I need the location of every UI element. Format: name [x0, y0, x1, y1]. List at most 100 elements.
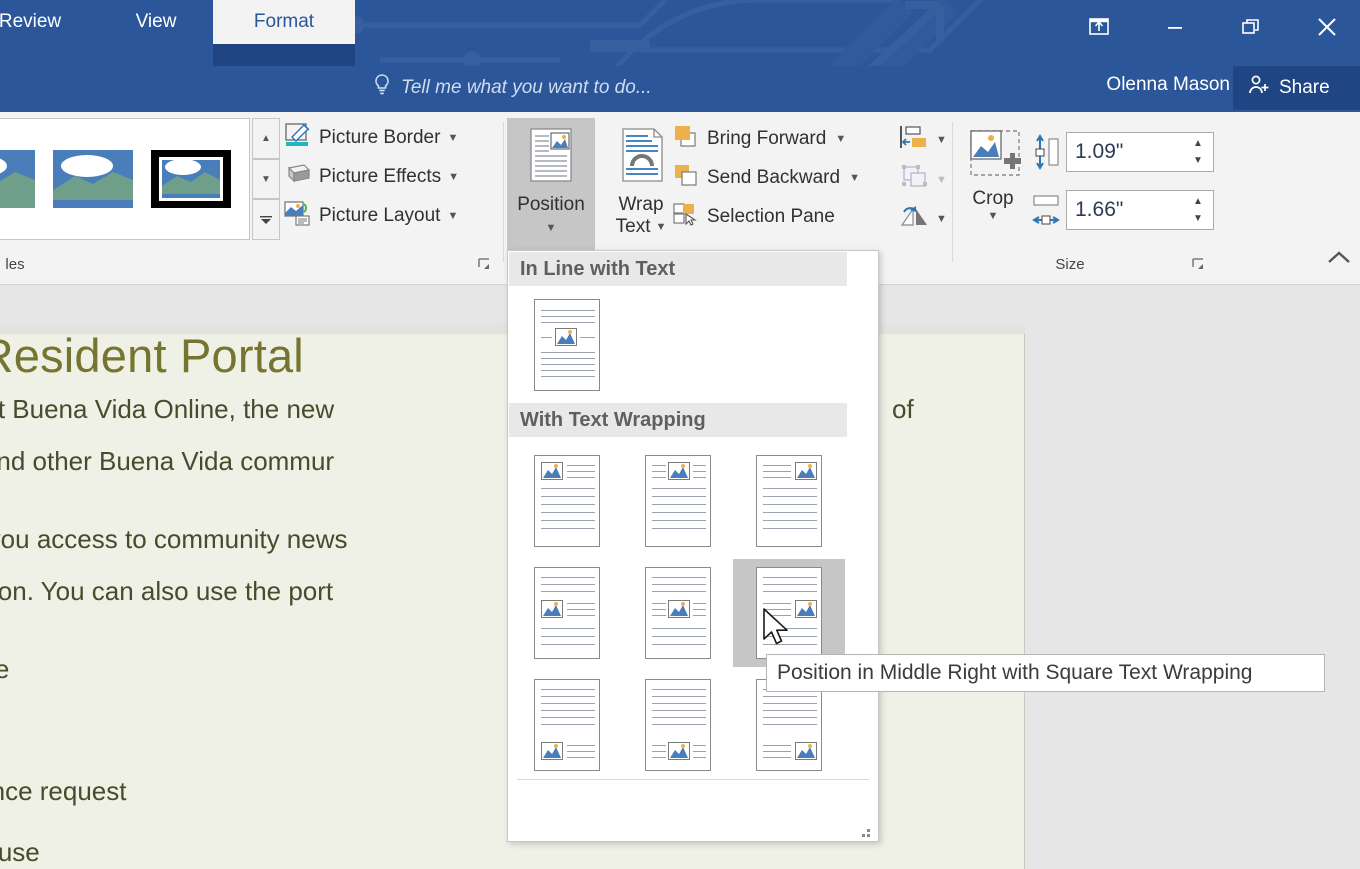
- chevron-down-icon[interactable]: ▼: [546, 222, 557, 234]
- gallery-scroll-down-button[interactable]: ▼: [252, 159, 280, 200]
- section-header-with-text-wrapping: With Text Wrapping: [509, 403, 847, 437]
- send-backward-icon: [672, 162, 698, 194]
- bring-forward-icon: [672, 123, 698, 155]
- wrap-text-label-line1: Wrap: [618, 194, 663, 216]
- group-objects-icon: [900, 164, 930, 195]
- shape-width-field[interactable]: 1.66" ▲ ▼: [1066, 190, 1214, 230]
- chevron-down-icon[interactable]: ▼: [447, 132, 458, 144]
- tooltip: Position in Middle Right with Square Tex…: [766, 654, 1325, 692]
- shape-height-spinner[interactable]: ▲ ▼: [1185, 135, 1211, 169]
- user-account-name[interactable]: Olenna Mason: [1106, 74, 1230, 96]
- chevron-down-icon[interactable]: ▼: [936, 213, 947, 225]
- ribbon-accent-rule: [0, 110, 1360, 112]
- crop-button[interactable]: Crop ▼: [958, 118, 1028, 248]
- position-dropdown-menu[interactable]: In Line with Text With Text Wrapping: [507, 250, 879, 842]
- picture-styles-dialog-launcher[interactable]: [478, 258, 492, 277]
- lightbulb-icon: [372, 73, 392, 103]
- chevron-down-icon[interactable]: ▼: [448, 171, 459, 183]
- document-paragraph: nts and other Buena Vida commur: [0, 446, 334, 477]
- chevron-down-icon[interactable]: ▼: [849, 172, 860, 184]
- spin-down-icon[interactable]: ▼: [1193, 155, 1203, 166]
- document-paragraph: ves you access to community news: [0, 524, 348, 555]
- shape-width-spinner[interactable]: ▲ ▼: [1185, 193, 1211, 227]
- tab-view-label: View: [136, 11, 177, 33]
- document-paragraph: about Buena Vida Online, the new: [0, 394, 334, 425]
- tab-format[interactable]: Format: [213, 0, 355, 44]
- collapse-ribbon-icon[interactable]: [1326, 250, 1352, 271]
- section-header-in-line-with-text: In Line with Text: [509, 252, 847, 286]
- picture-style-thumb[interactable]: [53, 150, 133, 208]
- spin-up-icon[interactable]: ▲: [1193, 138, 1203, 149]
- document-paragraph: rmation. You can also use the port: [0, 576, 333, 607]
- shape-height-field[interactable]: 1.09" ▲ ▼: [1066, 132, 1214, 172]
- top-center-square-wrap-option[interactable]: [622, 447, 734, 555]
- position-icon: [520, 126, 582, 194]
- middle-center-square-wrap-option[interactable]: [622, 559, 734, 667]
- picture-layout-button[interactable]: Picture Layout ▼: [284, 198, 458, 233]
- in-line-with-text-option[interactable]: [511, 291, 623, 399]
- shape-height-icon: [1034, 134, 1064, 177]
- tell-me-search[interactable]: Tell me what you want to do...: [372, 66, 652, 110]
- size-dialog-launcher[interactable]: [1192, 258, 1206, 277]
- chevron-down-icon[interactable]: ▼: [936, 134, 947, 146]
- picture-effects-label: Picture Effects: [319, 166, 441, 188]
- top-right-square-wrap-option[interactable]: [733, 447, 845, 555]
- picture-styles-group-label: les: [0, 256, 70, 273]
- rotate-objects-button[interactable]: ▼: [900, 203, 947, 234]
- chevron-down-icon: ▼: [936, 174, 947, 186]
- tab-view[interactable]: View: [105, 0, 207, 44]
- selection-pane-icon: [672, 201, 698, 233]
- restore-icon[interactable]: [1228, 6, 1274, 48]
- picture-effects-button[interactable]: Picture Effects ▼: [284, 159, 459, 194]
- share-button[interactable]: Share: [1233, 66, 1360, 110]
- chevron-down-icon[interactable]: ▼: [447, 210, 458, 222]
- bottom-left-square-wrap-option[interactable]: [511, 671, 623, 779]
- picture-border-button[interactable]: Picture Border ▼: [284, 120, 458, 155]
- tab-review-label: Review: [0, 11, 61, 33]
- align-objects-button[interactable]: ▼: [900, 124, 947, 155]
- picture-styles-gallery[interactable]: [0, 118, 250, 240]
- menu-divider: [517, 779, 869, 780]
- chevron-down-icon[interactable]: ▼: [988, 210, 999, 222]
- styles-gallery-scrollbar[interactable]: ▲ ▼: [252, 118, 280, 240]
- size-group-label: Size: [1010, 256, 1130, 273]
- chevron-down-icon[interactable]: ▼: [835, 133, 846, 145]
- bring-forward-label: Bring Forward: [707, 128, 826, 150]
- group-separator: [952, 122, 953, 262]
- share-label: Share: [1279, 77, 1330, 99]
- group-objects-button: ▼: [900, 164, 947, 195]
- gallery-scroll-up-button[interactable]: ▲: [252, 118, 280, 159]
- minimize-icon[interactable]: [1152, 6, 1198, 48]
- bring-forward-button[interactable]: Bring Forward ▼: [672, 121, 846, 156]
- middle-left-square-wrap-option[interactable]: [511, 559, 623, 667]
- tooltip-text: Position in Middle Right with Square Tex…: [777, 661, 1252, 685]
- document-list-item: online: [0, 654, 9, 685]
- send-backward-label: Send Backward: [707, 167, 840, 189]
- picture-style-thumb[interactable]: [0, 150, 35, 208]
- top-left-square-wrap-option[interactable]: [511, 447, 623, 555]
- bottom-center-square-wrap-option[interactable]: [622, 671, 734, 779]
- chevron-down-icon[interactable]: ▼: [655, 221, 666, 233]
- align-objects-icon: [900, 124, 930, 155]
- group-separator: [503, 122, 504, 262]
- close-icon[interactable]: [1304, 6, 1350, 48]
- document-heading: e Resident Portal: [0, 328, 304, 383]
- document-paragraph: of: [892, 394, 914, 425]
- selection-pane-button[interactable]: Selection Pane: [672, 199, 835, 234]
- position-label: Position: [517, 194, 585, 216]
- shape-height-value: 1.09": [1075, 140, 1123, 164]
- wrap-text-label-line2: Text: [616, 216, 651, 238]
- picture-border-label: Picture Border: [319, 127, 440, 149]
- share-person-icon: [1247, 73, 1271, 103]
- spin-up-icon[interactable]: ▲: [1193, 196, 1203, 207]
- tab-review[interactable]: Review: [0, 0, 90, 44]
- wrap-text-icon: [610, 126, 672, 194]
- resize-grip-icon[interactable]: [861, 826, 871, 836]
- position-button[interactable]: Position ▼: [507, 118, 595, 255]
- send-backward-button[interactable]: Send Backward ▼: [672, 160, 860, 195]
- gallery-more-button[interactable]: [252, 199, 280, 240]
- picture-border-icon: [284, 121, 312, 155]
- spin-down-icon[interactable]: ▼: [1193, 213, 1203, 224]
- picture-style-thumb-selected[interactable]: [151, 150, 231, 208]
- ribbon-display-options-icon[interactable]: [1076, 6, 1122, 48]
